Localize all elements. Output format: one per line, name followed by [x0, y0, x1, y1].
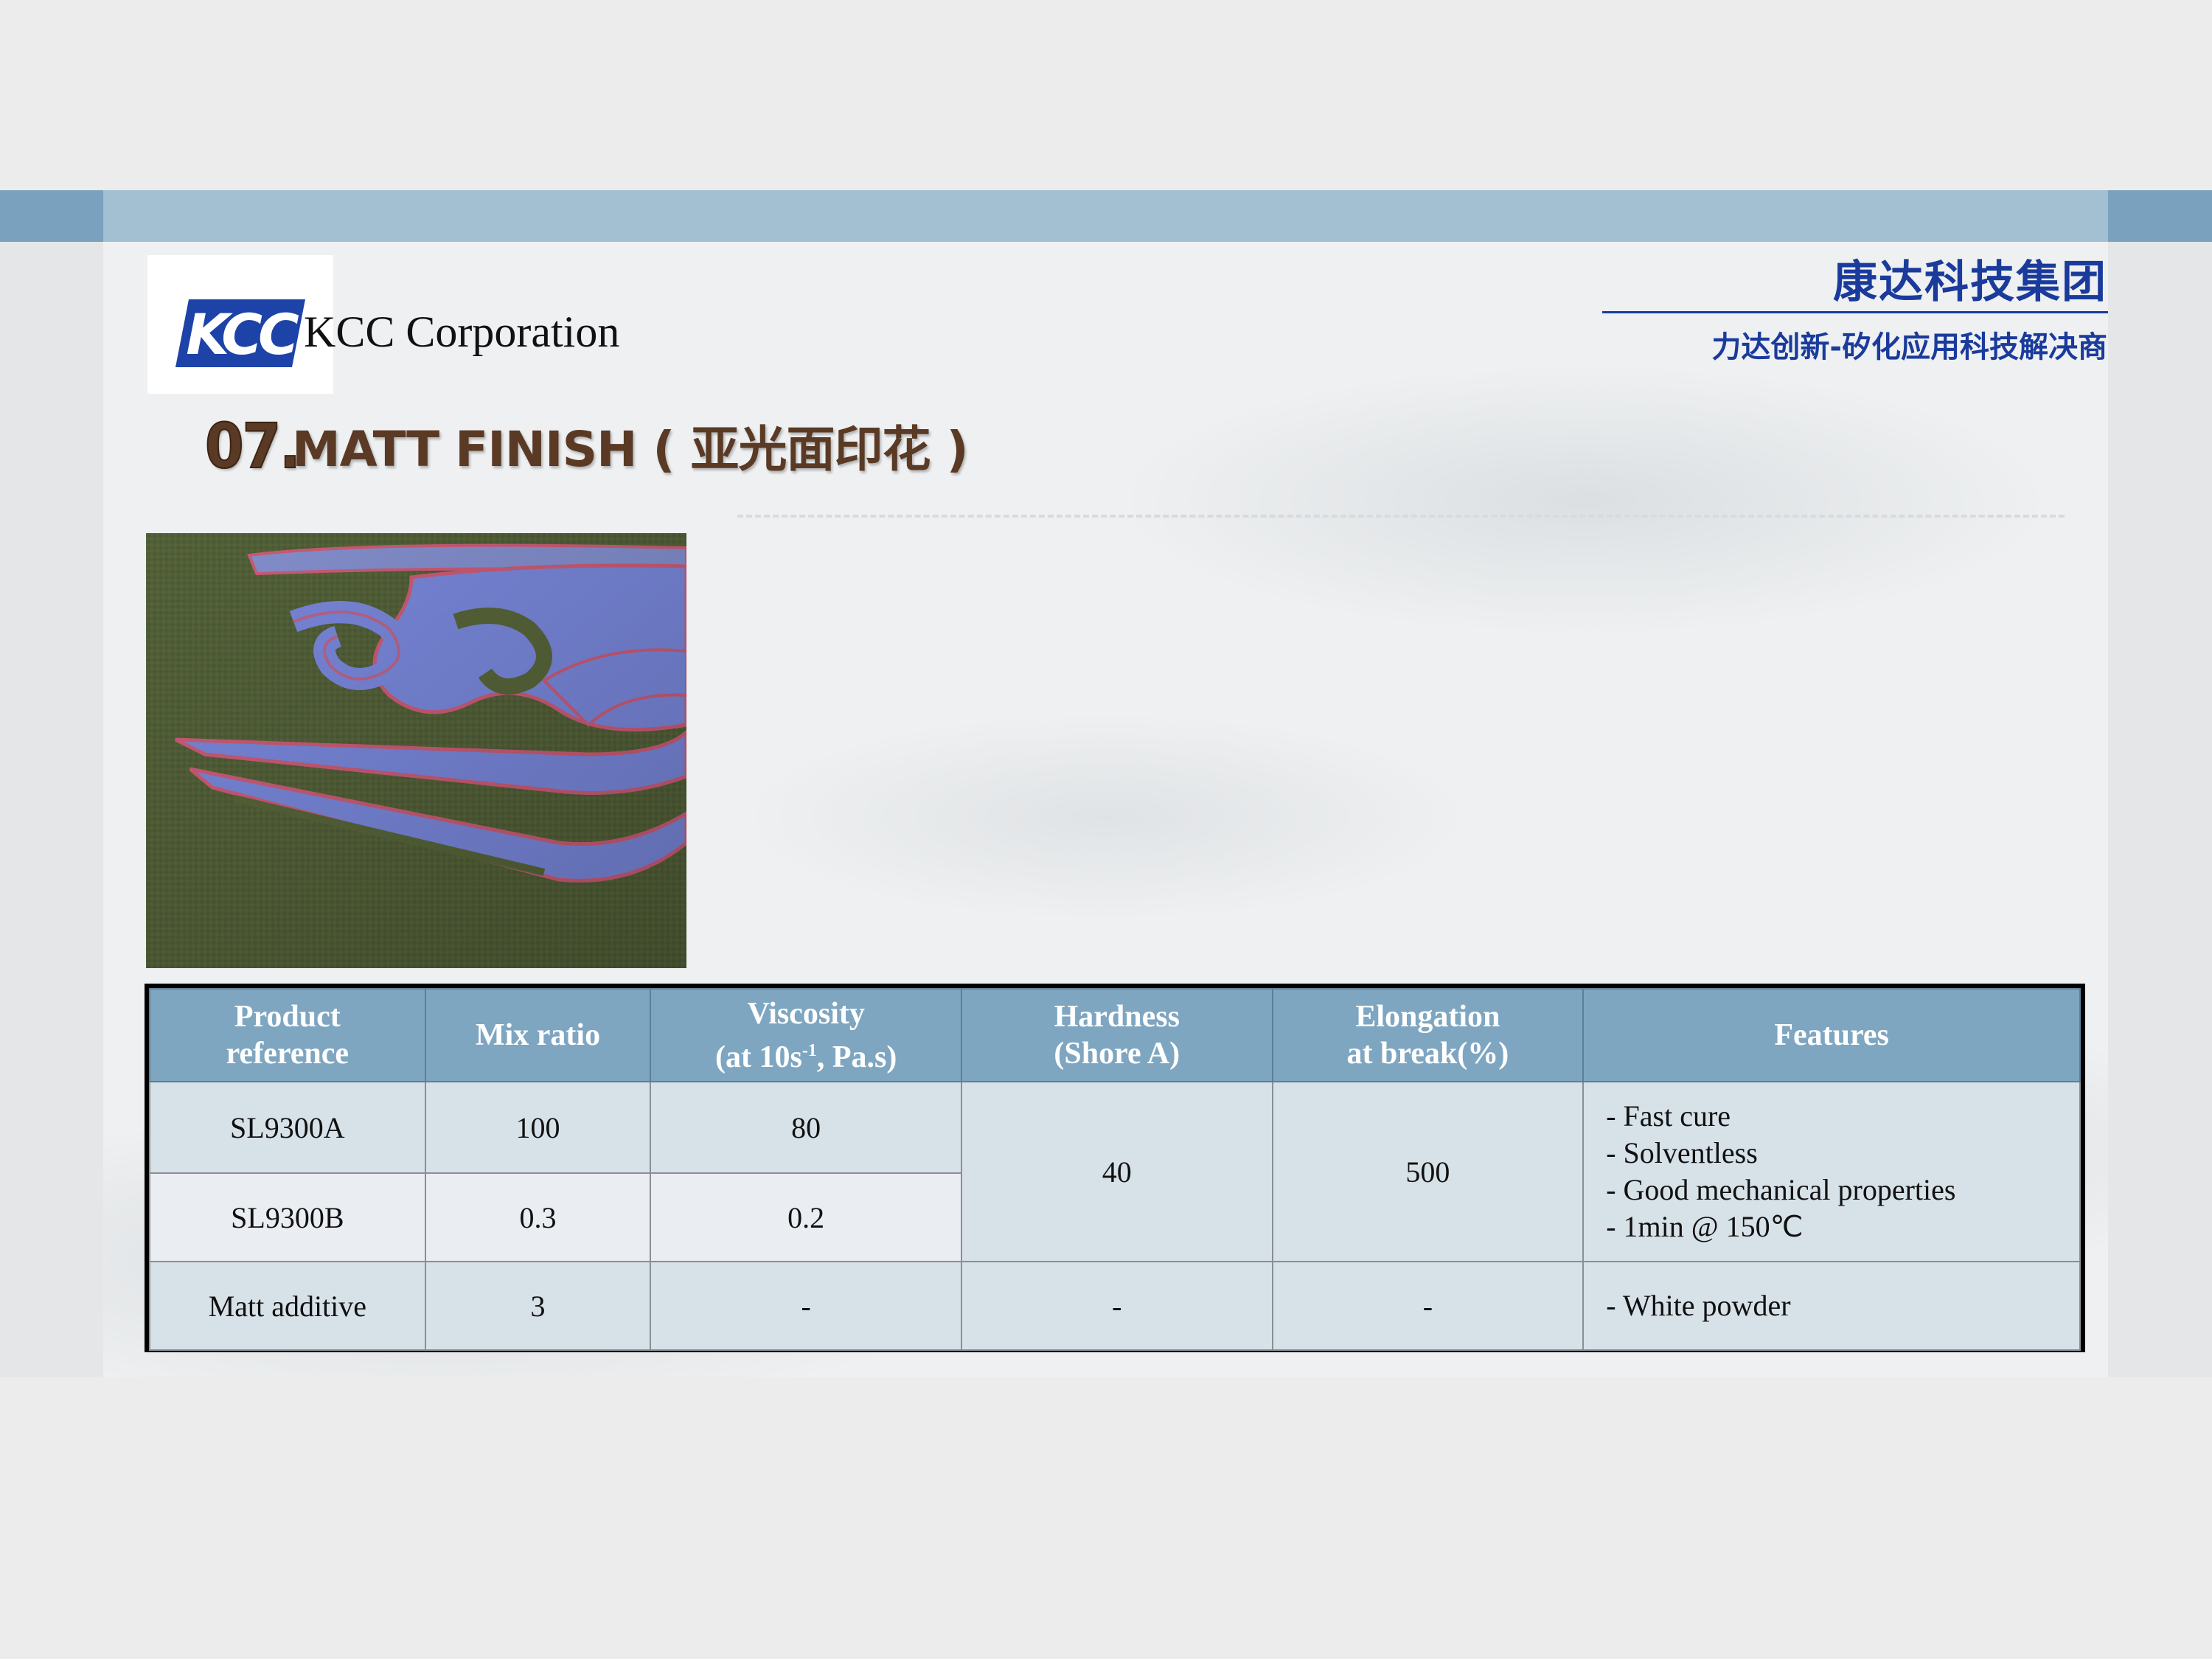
- header-hardness-line1: Hardness: [1054, 1000, 1180, 1034]
- svg-text:KCC: KCC: [186, 302, 299, 367]
- dashed-divider: [737, 515, 2065, 518]
- header-mix-ratio: Mix ratio: [424, 988, 652, 1082]
- product-table-frame: Product reference Mix ratio Viscosity (a…: [145, 984, 2085, 1352]
- header-features: Features: [1582, 988, 2081, 1082]
- cell-product: SL9300A: [149, 1081, 426, 1174]
- header-viscosity-line2a: (at 10s: [714, 1040, 802, 1074]
- header-rule: [1602, 311, 2108, 313]
- header-viscosity: Viscosity (at 10s-1, Pa.s): [650, 988, 962, 1082]
- header-product-line1: Product: [234, 1000, 341, 1034]
- section-number: 07.: [204, 409, 302, 483]
- cell-hardness-merged: 40: [960, 1081, 1273, 1262]
- right-margin-panel: [2108, 190, 2212, 1377]
- feature-item: - Good mechanical properties: [1606, 1173, 1956, 1206]
- cell-product: SL9300B: [149, 1172, 426, 1262]
- cell-elongation: -: [1271, 1261, 1585, 1351]
- section-title: MATT FINISH ( 亚光面印花 ): [292, 421, 969, 478]
- top-bar-left-cap: [0, 190, 103, 242]
- header-elongation-line1: Elongation: [1355, 1000, 1500, 1034]
- cell-elongation-merged: 500: [1271, 1081, 1585, 1262]
- cell-hardness: -: [960, 1261, 1273, 1351]
- cell-mix-ratio: 100: [424, 1081, 652, 1174]
- cell-mix-ratio: 0.3: [424, 1172, 652, 1262]
- product-table: Product reference Mix ratio Viscosity (a…: [149, 988, 2081, 1351]
- header-elongation: Elongation at break(%): [1271, 988, 1585, 1082]
- matt-print-photo: [146, 533, 686, 968]
- kcc-logo-icon: KCC: [175, 299, 305, 367]
- group-subtitle-cn: 力达创新-矽化应用科技解决商: [1711, 330, 2107, 364]
- cell-features-merged: - Fast cure - Solventless - Good mechani…: [1582, 1081, 2081, 1262]
- cell-viscosity: 80: [650, 1081, 962, 1174]
- header-viscosity-line2b: , Pa.s): [816, 1040, 897, 1074]
- table-row: SL9300A 100 80 40 500 - Fast cure - Solv…: [149, 1081, 2081, 1262]
- left-margin-panel: [0, 190, 103, 1377]
- company-name: KCC Corporation: [304, 307, 620, 356]
- header-hardness-line2: (Shore A): [1054, 1037, 1180, 1071]
- slide: KCC KCC Corporation 康达科技集团 力达创新-矽化应用科技解决…: [0, 190, 2212, 1377]
- header-hardness: Hardness (Shore A): [960, 988, 1273, 1082]
- top-bar: [0, 190, 2212, 242]
- feature-item: - Solventless: [1606, 1136, 1758, 1169]
- top-bar-right-cap: [2108, 190, 2212, 242]
- header-product-reference: Product reference: [149, 988, 426, 1082]
- cell-product: Matt additive: [149, 1261, 426, 1351]
- table-header-row: Product reference Mix ratio Viscosity (a…: [149, 988, 2081, 1082]
- cell-features: - White powder: [1582, 1261, 2081, 1351]
- table-row: Matt additive 3 - - - - White powder: [149, 1261, 2081, 1351]
- feature-item: - 1min @ 150℃: [1606, 1210, 1804, 1243]
- header-viscosity-exponent: -1: [801, 1040, 817, 1060]
- group-title-cn: 康达科技集团: [1833, 257, 2107, 308]
- cell-viscosity: 0.2: [650, 1172, 962, 1262]
- header-elongation-line2: at break(%): [1346, 1037, 1509, 1071]
- cell-viscosity: -: [650, 1261, 962, 1351]
- header-product-line2: reference: [226, 1037, 349, 1071]
- header-viscosity-line1: Viscosity: [747, 996, 865, 1031]
- cell-mix-ratio: 3: [424, 1261, 652, 1351]
- feature-item: - Fast cure: [1606, 1099, 1731, 1133]
